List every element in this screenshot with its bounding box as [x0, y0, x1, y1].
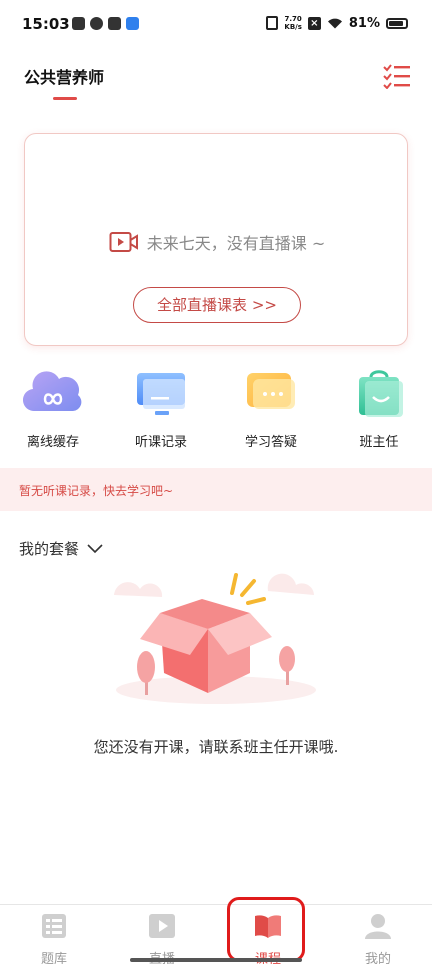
quick-link-label: 班主任	[359, 435, 399, 450]
tab-label: 题库	[40, 952, 67, 964]
video-icon	[109, 232, 138, 252]
net-speed-unit: KB/s	[284, 23, 302, 31]
quick-links: 离线缓存 听课记录 学习答疑 班主任	[0, 367, 432, 450]
quick-link-head-teacher[interactable]: 班主任	[334, 367, 424, 450]
title-underline	[53, 97, 77, 100]
quick-link-study-qa[interactable]: 学习答疑	[226, 367, 316, 450]
monitor-icon	[137, 373, 185, 415]
net-speed: 7.70 KB/s	[284, 15, 301, 31]
battery-icon	[386, 17, 408, 29]
quick-link-label: 学习答疑	[244, 435, 297, 450]
check-notification-icon	[90, 17, 103, 30]
user-icon	[365, 914, 391, 939]
no-sim-icon: ×	[307, 16, 321, 30]
live-schedule-card: 未来七天，没有直播课 ~ 全部直播课表 >>	[24, 133, 408, 346]
app-notification-icon	[72, 17, 85, 30]
quick-link-label: 离线缓存	[26, 435, 79, 450]
quick-link-offline-cache[interactable]: 离线缓存	[8, 367, 98, 450]
smile-bag-icon	[359, 370, 403, 417]
listen-record-notice[interactable]: 暂无听课记录，快去学习吧~	[0, 468, 432, 511]
status-bar: 15:03 7.70 KB/s × 81%	[0, 0, 432, 50]
my-packages-label: 我的套餐	[19, 540, 80, 558]
active-tab-highlight	[227, 897, 305, 962]
net-speed-value: 7.70	[284, 15, 302, 23]
wifi-icon	[327, 18, 342, 29]
tab-live[interactable]: 直播	[132, 913, 192, 964]
live-empty-text: 未来七天，没有直播课 ~	[146, 234, 326, 253]
battery-percent: 81%	[348, 15, 380, 31]
tab-mine[interactable]: 我的	[348, 913, 408, 964]
packages-empty-message: 您还没有开课，请联系班主任开课哦.	[93, 738, 339, 756]
tab-label: 我的	[364, 952, 391, 964]
quick-link-label: 听课记录	[134, 435, 187, 450]
notice-text: 暂无听课记录，快去学习吧~	[19, 484, 174, 498]
checklist-icon[interactable]	[382, 63, 412, 89]
chat-bubble-icon	[247, 373, 295, 409]
crown-notification-icon	[108, 17, 121, 30]
chevron-down-icon	[87, 543, 103, 553]
play-icon	[149, 914, 175, 938]
vibrate-icon	[266, 16, 279, 30]
app-blue-notification-icon	[126, 17, 139, 30]
cloud-infinity-icon	[22, 371, 82, 412]
all-live-schedule-button[interactable]: 全部直播课表 >>	[133, 287, 301, 323]
empty-box-illustration	[114, 573, 316, 704]
page-title[interactable]: 公共营养师	[24, 64, 104, 88]
status-time: 15:03	[22, 15, 70, 33]
live-empty-state: 未来七天，没有直播课 ~	[25, 230, 409, 254]
bottom-tab-bar: 题库 直播 课程 我的	[0, 904, 432, 964]
question-bank-icon	[42, 914, 66, 938]
home-indicator[interactable]	[130, 958, 302, 962]
tab-question-bank[interactable]: 题库	[24, 913, 84, 964]
notification-icons	[72, 17, 139, 30]
quick-link-listen-record[interactable]: 听课记录	[116, 367, 206, 450]
status-right: 7.70 KB/s × 81%	[266, 15, 408, 31]
my-packages-selector[interactable]: 我的套餐	[19, 538, 103, 559]
